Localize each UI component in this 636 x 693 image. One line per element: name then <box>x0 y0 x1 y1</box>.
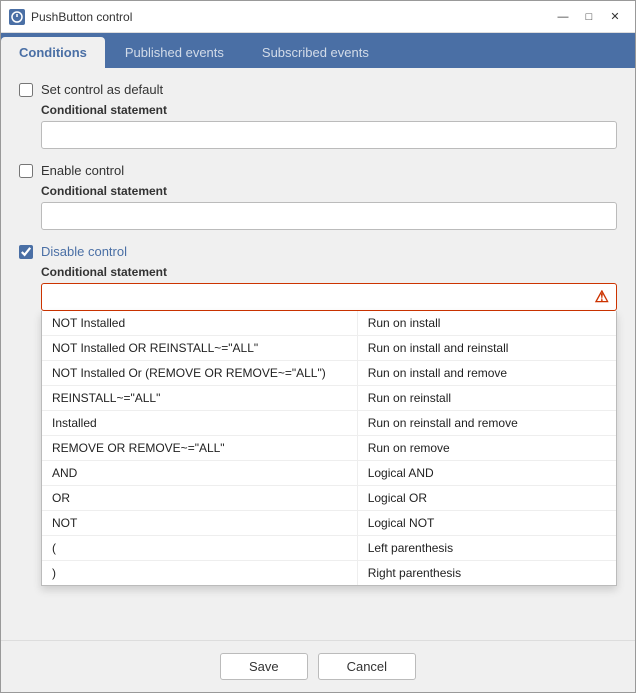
dropdown-item-right: Run on install and remove <box>358 361 616 385</box>
title-bar: PushButton control — □ ✕ <box>1 1 635 33</box>
set-default-label: Set control as default <box>41 82 163 97</box>
disable-control-checkbox[interactable] <box>19 245 33 259</box>
enable-control-checkbox[interactable] <box>19 164 33 178</box>
dropdown-item-right: Run on reinstall <box>358 386 616 410</box>
dropdown-item-left[interactable]: REMOVE OR REMOVE~="ALL" <box>42 436 358 460</box>
window: PushButton control — □ ✕ Conditions Publ… <box>0 0 636 693</box>
dropdown-row[interactable]: ORLogical OR <box>42 486 616 511</box>
disable-control-field-label: Conditional statement <box>41 265 617 279</box>
enable-control-label: Enable control <box>41 163 124 178</box>
dropdown-row[interactable]: REMOVE OR REMOVE~="ALL"Run on remove <box>42 436 616 461</box>
dropdown-item-left[interactable]: OR <box>42 486 358 510</box>
dropdown-row[interactable]: REINSTALL~="ALL"Run on reinstall <box>42 386 616 411</box>
dropdown-item-right: Left parenthesis <box>358 536 616 560</box>
set-default-checkbox[interactable] <box>19 83 33 97</box>
disable-control-input-wrapper: ⚠ <box>41 283 617 311</box>
dropdown-row[interactable]: )Right parenthesis <box>42 561 616 585</box>
set-default-row: Set control as default <box>19 82 617 97</box>
disable-control-row: Disable control <box>19 244 617 259</box>
maximize-button[interactable]: □ <box>577 7 601 27</box>
main-content: Set control as default Conditional state… <box>1 68 635 640</box>
save-button[interactable]: Save <box>220 653 308 680</box>
section-disable-control: Disable control Conditional statement ⚠ … <box>19 244 617 311</box>
dropdown-item-left[interactable]: NOT Installed Or (REMOVE OR REMOVE~="ALL… <box>42 361 358 385</box>
dropdown-item-right: Run on remove <box>358 436 616 460</box>
dropdown-item-left[interactable]: ( <box>42 536 358 560</box>
dropdown-row[interactable]: InstalledRun on reinstall and remove <box>42 411 616 436</box>
dropdown-item-left[interactable]: AND <box>42 461 358 485</box>
tab-published-events[interactable]: Published events <box>107 37 242 68</box>
dropdown-row[interactable]: (Left parenthesis <box>42 536 616 561</box>
footer: Save Cancel <box>1 640 635 692</box>
tab-conditions[interactable]: Conditions <box>1 37 105 68</box>
dropdown-item-left[interactable]: REINSTALL~="ALL" <box>42 386 358 410</box>
dropdown-item-right: Run on install <box>358 311 616 335</box>
enable-control-row: Enable control <box>19 163 617 178</box>
window-controls: — □ ✕ <box>551 7 627 27</box>
dropdown-item-left[interactable]: ) <box>42 561 358 585</box>
dropdown-row[interactable]: NOT Installed Or (REMOVE OR REMOVE~="ALL… <box>42 361 616 386</box>
tab-bar: Conditions Published events Subscribed e… <box>1 33 635 68</box>
set-default-input[interactable] <box>41 121 617 149</box>
dropdown-row[interactable]: NOTLogical NOT <box>42 511 616 536</box>
dropdown-item-left[interactable]: Installed <box>42 411 358 435</box>
dropdown-item-right: Right parenthesis <box>358 561 616 585</box>
dropdown-item-right: Logical NOT <box>358 511 616 535</box>
dropdown-item-right: Run on reinstall and remove <box>358 411 616 435</box>
error-icon: ⚠ <box>595 287 609 307</box>
dropdown-item-right: Logical AND <box>358 461 616 485</box>
section-enable-control: Enable control Conditional statement <box>19 163 617 230</box>
disable-control-input[interactable] <box>41 283 617 311</box>
dropdown-row[interactable]: NOT Installed OR REINSTALL~="ALL"Run on … <box>42 336 616 361</box>
app-icon <box>9 9 25 25</box>
window-title: PushButton control <box>31 10 551 24</box>
tab-subscribed-events[interactable]: Subscribed events <box>244 37 387 68</box>
close-button[interactable]: ✕ <box>603 7 627 27</box>
dropdown-item-right: Run on install and reinstall <box>358 336 616 360</box>
cancel-button[interactable]: Cancel <box>318 653 416 680</box>
section-set-default: Set control as default Conditional state… <box>19 82 617 149</box>
dropdown-row[interactable]: NOT InstalledRun on install <box>42 311 616 336</box>
dropdown-list: NOT InstalledRun on installNOT Installed… <box>41 311 617 586</box>
dropdown-row[interactable]: ANDLogical AND <box>42 461 616 486</box>
dropdown-item-left[interactable]: NOT Installed OR REINSTALL~="ALL" <box>42 336 358 360</box>
enable-control-input[interactable] <box>41 202 617 230</box>
set-default-field-label: Conditional statement <box>41 103 617 117</box>
minimize-button[interactable]: — <box>551 7 575 27</box>
dropdown-item-left[interactable]: NOT Installed <box>42 311 358 335</box>
dropdown-item-left[interactable]: NOT <box>42 511 358 535</box>
disable-control-label: Disable control <box>41 244 127 259</box>
dropdown-item-right: Logical OR <box>358 486 616 510</box>
enable-control-field-label: Conditional statement <box>41 184 617 198</box>
